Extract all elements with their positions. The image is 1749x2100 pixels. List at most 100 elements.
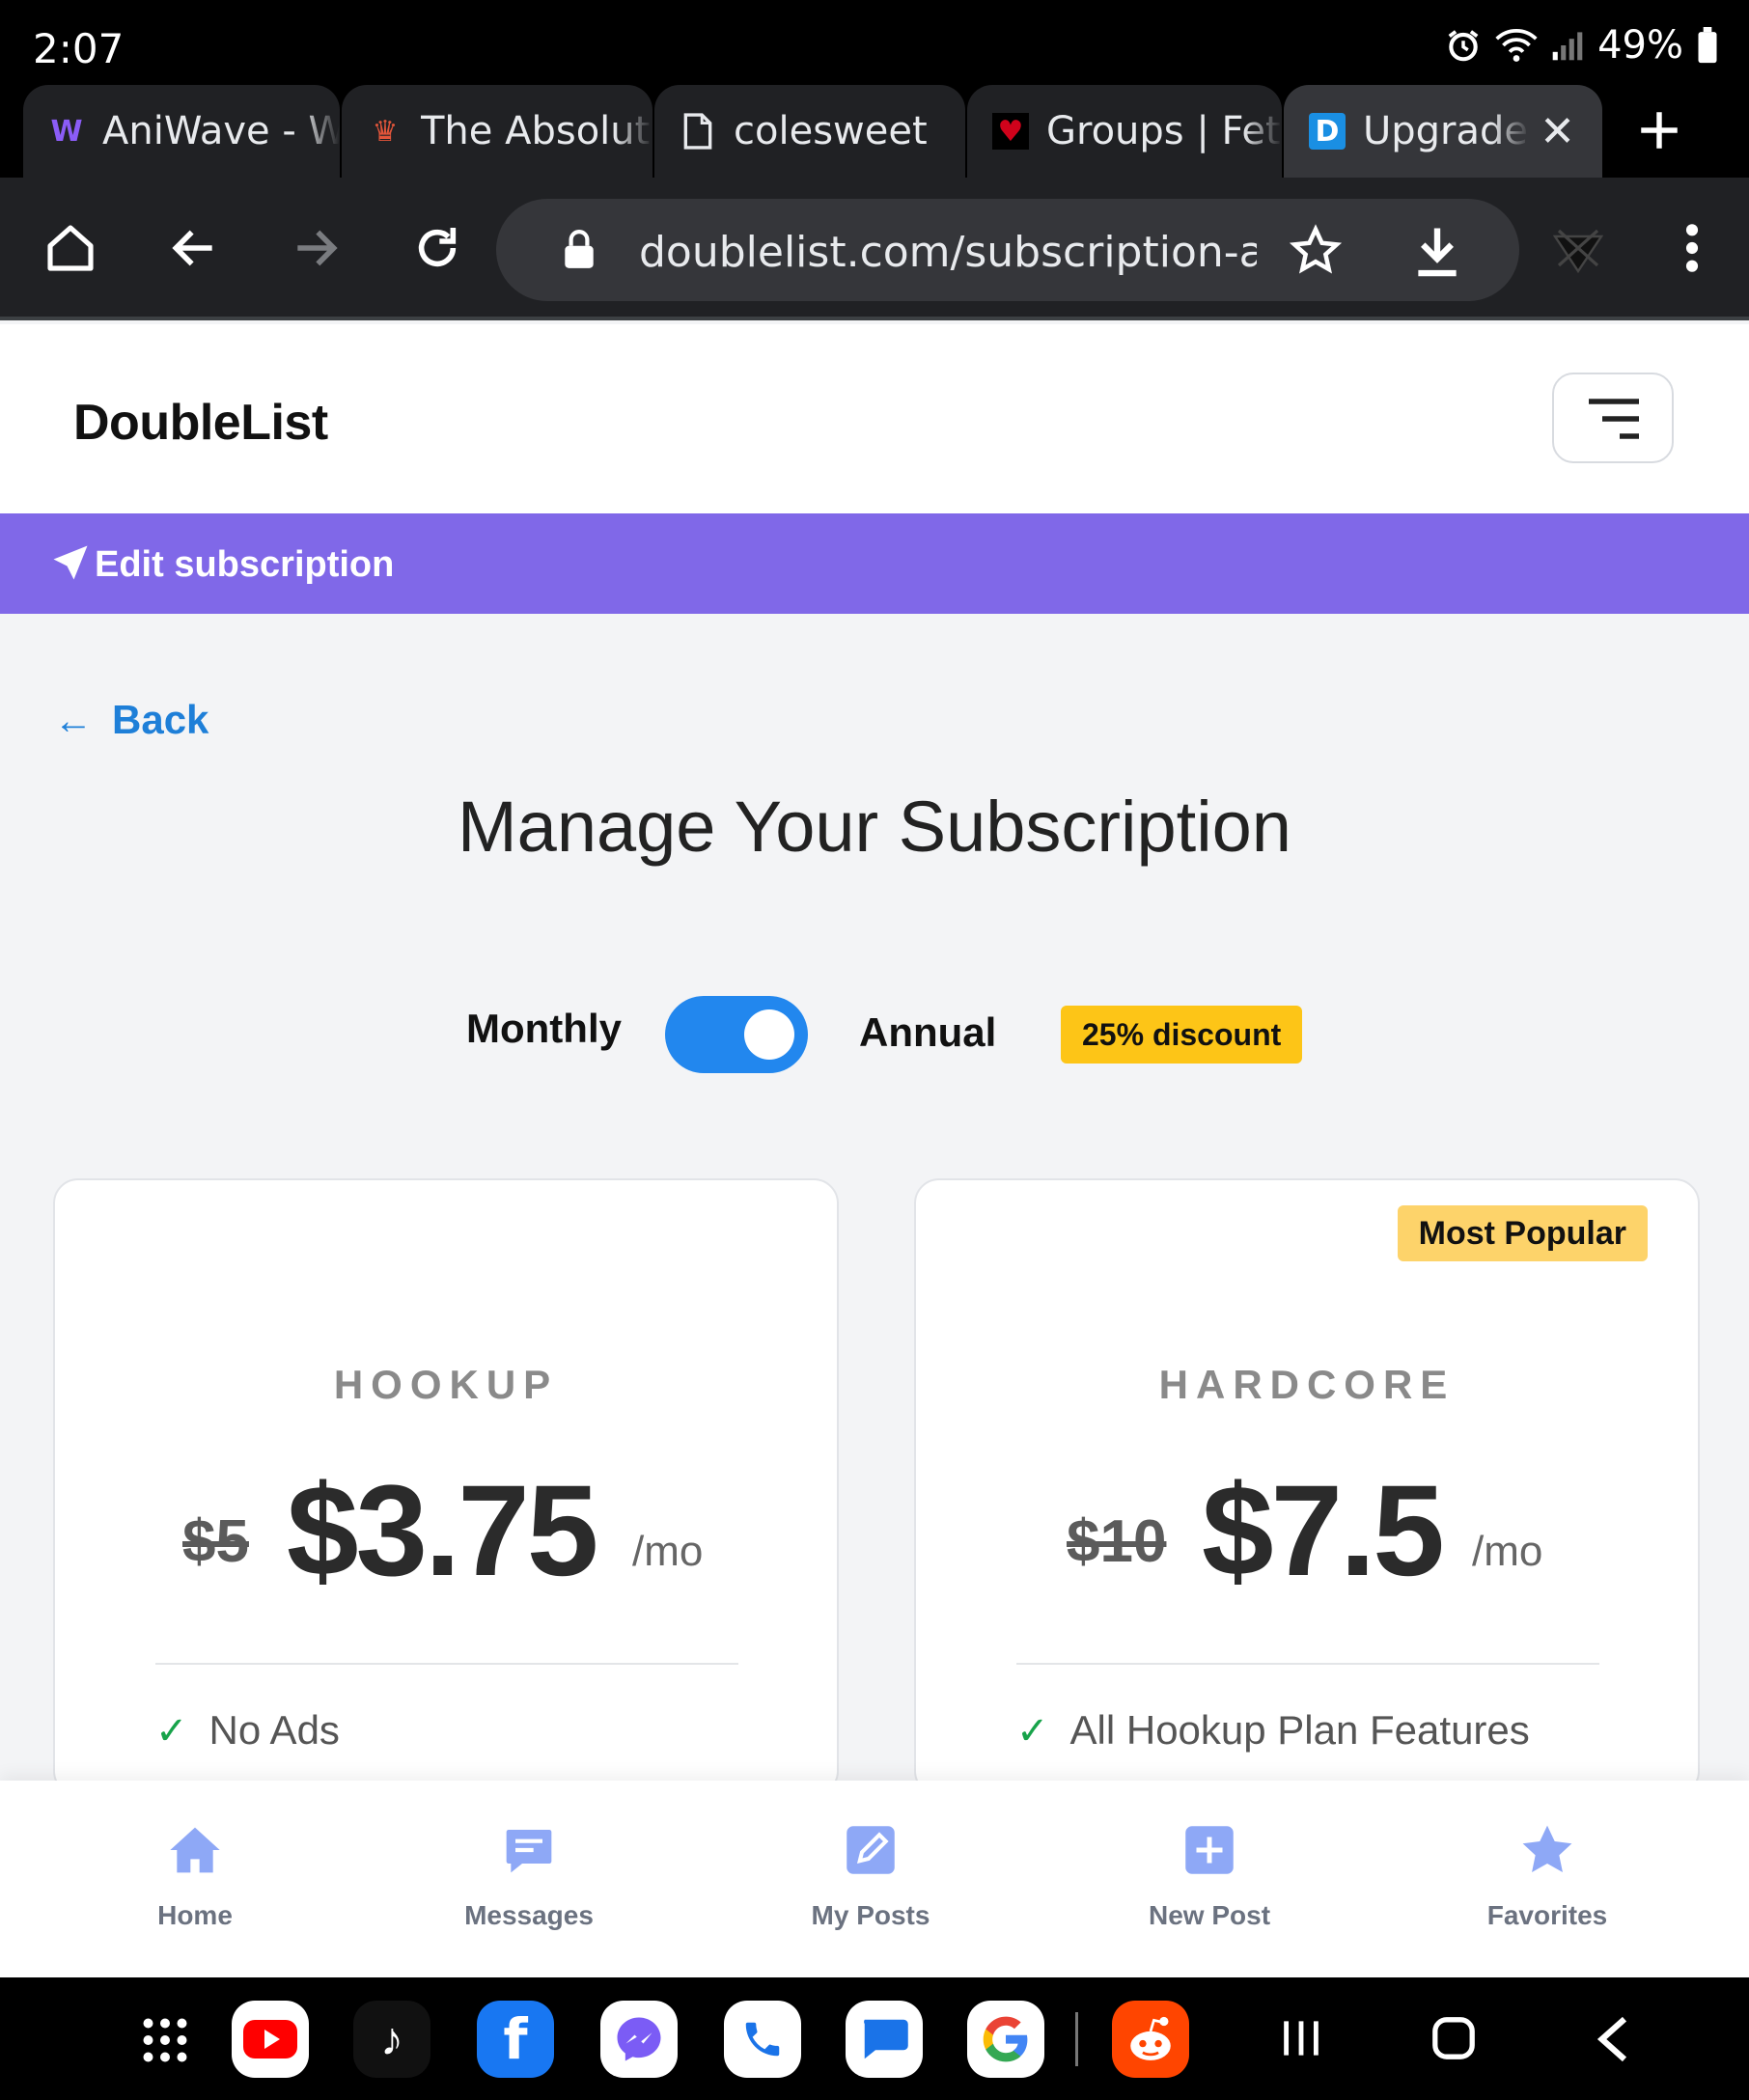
- edit-icon: [847, 1826, 895, 1874]
- extension-icon[interactable]: [1544, 214, 1612, 282]
- back-link[interactable]: ← Back: [54, 697, 208, 743]
- home-button-icon[interactable]: [37, 214, 104, 282]
- nav-home[interactable]: Home: [89, 1819, 301, 1931]
- dock-divider: [1075, 2012, 1078, 2066]
- tab-aniwave[interactable]: W AniWave - W: [23, 85, 340, 178]
- original-price: $5: [182, 1508, 249, 1575]
- nav-label: My Posts: [811, 1900, 930, 1930]
- bottom-nav: Home Messages My Posts New Post Favorite…: [0, 1781, 1749, 1977]
- nav-my-posts[interactable]: My Posts: [764, 1819, 977, 1931]
- monthly-label[interactable]: Monthly: [466, 1006, 622, 1052]
- status-icons: 49%: [1445, 23, 1718, 68]
- price-period: /mo: [1472, 1528, 1543, 1575]
- feature-label: No Ads: [208, 1707, 340, 1753]
- battery-icon: [1698, 27, 1717, 64]
- tab-label: Groups | FetL: [1046, 109, 1282, 153]
- discounted-price: $7.5: [1202, 1459, 1445, 1603]
- page-title: Manage Your Subscription: [458, 787, 1291, 867]
- url-text: doublelist.com/subscription-an: [639, 228, 1257, 277]
- back-arrow-icon[interactable]: [160, 214, 228, 282]
- home-icon: [170, 1827, 220, 1873]
- messenger-app-icon[interactable]: [600, 2001, 678, 2078]
- discount-badge: 25% discount: [1061, 1006, 1303, 1064]
- check-icon: ✓: [155, 1710, 188, 1753]
- youtube-app-icon[interactable]: [232, 2001, 309, 2078]
- tab-label: colesweet: [734, 109, 965, 153]
- google-app-icon[interactable]: [967, 2001, 1044, 2078]
- nav-label: New Post: [1148, 1900, 1271, 1930]
- android-taskbar: ♪ f: [0, 1977, 1749, 2100]
- nav-label: Favorites: [1486, 1900, 1608, 1930]
- check-icon: ✓: [1016, 1710, 1049, 1753]
- signal-icon: [1552, 32, 1583, 61]
- most-popular-badge: Most Popular: [1397, 1205, 1648, 1261]
- reddit-app-icon[interactable]: [1112, 2001, 1189, 2078]
- back-link-arrow: ←: [54, 700, 93, 742]
- facebook-app-icon[interactable]: f: [477, 2001, 554, 2078]
- tab-label: AniWave - W: [102, 109, 340, 153]
- nav-messages[interactable]: Messages: [423, 1819, 635, 1931]
- address-bar[interactable]: doublelist.com/subscription-an: [496, 199, 1519, 301]
- nav-label: Messages: [464, 1900, 594, 1930]
- tab-colesweet[interactable]: colesweet: [654, 85, 965, 178]
- original-price: $10: [1067, 1508, 1167, 1575]
- plan-card-hardcore[interactable]: Most Popular HARDCORE $10 $7.5 /mo ✓ All …: [914, 1178, 1700, 1796]
- battery-percent: 49%: [1597, 23, 1683, 68]
- pixel-crown-favicon: ♛: [372, 114, 399, 149]
- recent-apps-icon[interactable]: [1280, 2016, 1322, 2065]
- browser-toolbar: doublelist.com/subscription-an: [0, 178, 1749, 320]
- menu-icon: [1589, 399, 1639, 439]
- back-link-label: Back: [112, 697, 209, 742]
- forward-arrow-icon[interactable]: [282, 214, 349, 282]
- feature-item: ✓ All Hookup Plan Features: [1016, 1707, 1530, 1754]
- price-row: $5 $3.75 /mo: [55, 1459, 837, 1605]
- feature-item: ✓ No Ads: [155, 1707, 340, 1754]
- tab-label: The Absolute: [421, 109, 652, 153]
- divider: [1016, 1663, 1599, 1665]
- messages-icon: [506, 1830, 552, 1873]
- billing-toggle[interactable]: [665, 996, 808, 1073]
- paper-plane-icon: [53, 545, 88, 580]
- nav-label: Home: [157, 1900, 233, 1930]
- home-nav-icon[interactable]: [1430, 2014, 1477, 2067]
- price-row: $10 $7.5 /mo: [916, 1459, 1698, 1605]
- edit-subscription-title: Edit subscription: [95, 544, 395, 585]
- lock-icon: [565, 230, 594, 268]
- nav-new-post[interactable]: New Post: [1103, 1819, 1316, 1931]
- doublelist-favicon: D: [1309, 113, 1346, 150]
- tab-upgrade-active[interactable]: D Upgrade ✕: [1284, 85, 1602, 178]
- phone-app-icon[interactable]: [724, 2001, 801, 2078]
- feature-label: All Hookup Plan Features: [1069, 1707, 1530, 1753]
- back-nav-icon[interactable]: [1593, 2014, 1631, 2069]
- app-drawer-icon[interactable]: [141, 2016, 189, 2069]
- aniwave-favicon: W: [50, 114, 83, 149]
- more-options-icon[interactable]: [1658, 214, 1726, 282]
- fetlife-favicon: ♥: [992, 113, 1029, 150]
- reload-icon[interactable]: [403, 214, 471, 282]
- messages-app-icon[interactable]: [846, 2001, 923, 2078]
- plan-name: HOOKUP: [333, 1362, 559, 1407]
- price-period: /mo: [632, 1528, 704, 1575]
- plan-name: HARDCORE: [1158, 1362, 1456, 1407]
- plan-card-hookup[interactable]: HOOKUP $5 $3.75 /mo ✓ No Ads: [53, 1178, 839, 1796]
- site-logo[interactable]: DoubleList: [73, 394, 328, 452]
- status-time: 2:07: [33, 25, 125, 72]
- divider: [155, 1663, 738, 1665]
- close-tab-icon[interactable]: ✕: [1540, 107, 1575, 156]
- tab-the-absolute[interactable]: ♛ The Absolute: [342, 85, 652, 178]
- tab-strip: W AniWave - W ♛ The Absolute colesweet ♥…: [0, 85, 1749, 178]
- tab-fetlife-groups[interactable]: ♥ Groups | FetL: [967, 85, 1282, 178]
- document-icon: [680, 113, 716, 150]
- site-header: DoubleList: [0, 324, 1749, 513]
- bookmark-star-icon[interactable]: [1290, 224, 1342, 276]
- alarm-icon: [1448, 30, 1479, 62]
- tiktok-app-icon[interactable]: ♪: [353, 2001, 430, 2078]
- annual-label[interactable]: Annual: [859, 1009, 996, 1056]
- menu-button[interactable]: [1552, 373, 1674, 463]
- nav-favorites[interactable]: Favorites: [1441, 1819, 1653, 1931]
- toggle-knob: [744, 1009, 794, 1060]
- tab-label: Upgrade: [1363, 109, 1531, 153]
- plus-icon: [1185, 1826, 1234, 1874]
- new-tab-icon[interactable]: [1635, 106, 1683, 154]
- download-icon[interactable]: [1413, 226, 1461, 278]
